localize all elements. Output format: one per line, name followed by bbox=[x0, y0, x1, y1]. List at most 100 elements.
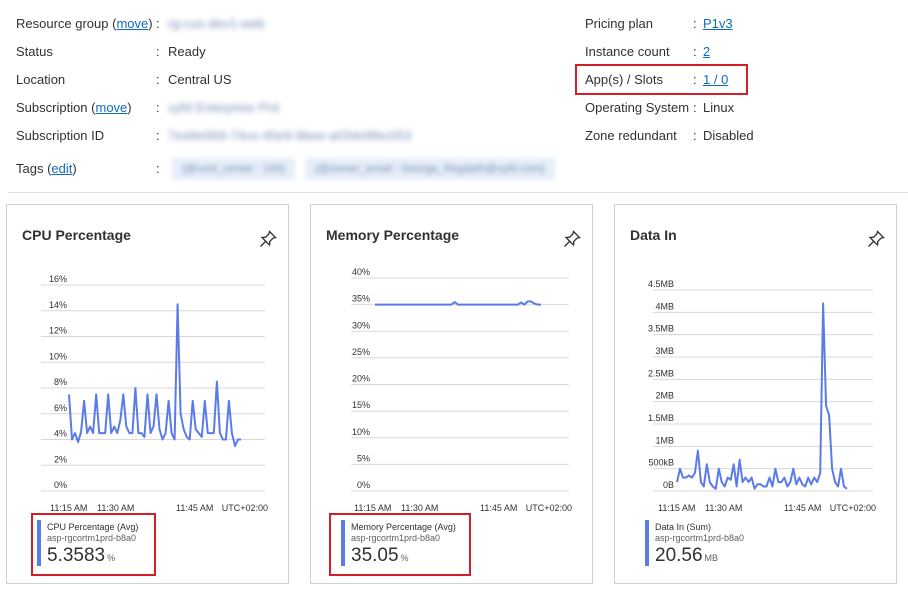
tags-colon: : bbox=[156, 161, 160, 176]
y-tick-label: 4.5MB bbox=[648, 279, 674, 289]
tags-row: Tags (edit) : {@cost_center : 195} {@owne… bbox=[16, 158, 555, 180]
pin-icon[interactable] bbox=[562, 229, 582, 249]
card-title: Memory Percentage bbox=[326, 227, 460, 243]
essentials-value: Linux bbox=[703, 100, 735, 115]
tags-label: Tags (edit) bbox=[16, 161, 77, 176]
x-tick-label: 11:45 AM bbox=[176, 503, 213, 513]
legend-unit: MB bbox=[704, 553, 719, 563]
essentials-value: Ready bbox=[168, 44, 206, 59]
y-tick-label: 14% bbox=[49, 300, 67, 310]
apps-slots-highlight bbox=[575, 64, 748, 95]
metric-card[interactable]: Data In 4.5MB 4MB 3.5MB 3MB 2.5MB 2MB 1.5MB 1MB 5… bbox=[614, 204, 897, 584]
essentials-label: Pricing plan bbox=[585, 16, 653, 31]
pin-icon[interactable] bbox=[258, 229, 278, 249]
move-link[interactable]: move bbox=[116, 16, 148, 31]
y-tick-label: 10% bbox=[49, 351, 67, 361]
essentials-label: Subscription (move) bbox=[16, 100, 132, 115]
essentials-colon: : bbox=[156, 100, 160, 115]
essentials-value: Disabled bbox=[703, 128, 754, 143]
essentials-colon: : bbox=[156, 44, 160, 59]
y-tick-label: 0% bbox=[54, 480, 67, 490]
y-tick-label: 0B bbox=[663, 480, 674, 490]
y-tick-label: 16% bbox=[49, 274, 67, 284]
essentials-value[interactable]: xyfd Enterprise Prd bbox=[168, 100, 279, 116]
essentials-label: Status bbox=[16, 44, 53, 59]
metric-card[interactable]: CPU Percentage 16% 14% 12% 10% 8% 6% 4% 2% 0% 11:1… bbox=[6, 204, 289, 584]
metric-chart[interactable]: 40% 35% 30% 25% 20% 15% 10% 5% 0% 11:15 AM 11:30 A… bbox=[311, 265, 594, 515]
y-tick-label: 2% bbox=[54, 454, 67, 464]
essentials-value[interactable]: P1v3 bbox=[703, 16, 733, 32]
essentials-colon: : bbox=[693, 16, 697, 31]
timezone-label: UTC+02:00 bbox=[526, 503, 572, 513]
tags-list: {@cost_center : 195} {@owner_email : Geor… bbox=[172, 158, 565, 180]
card-title: CPU Percentage bbox=[22, 227, 131, 243]
y-tick-label: 2.5MB bbox=[648, 368, 674, 378]
y-tick-label: 25% bbox=[352, 347, 370, 357]
y-tick-label: 30% bbox=[352, 320, 370, 330]
x-tick-label: 11:45 AM bbox=[480, 503, 517, 513]
y-tick-label: 10% bbox=[352, 427, 370, 437]
metric-chart[interactable]: 16% 14% 12% 10% 8% 6% 4% 2% 0% 11:15 AM 11:30 AM 11… bbox=[7, 265, 290, 515]
legend-highlight bbox=[31, 513, 156, 576]
essentials-label: Location bbox=[16, 72, 66, 87]
legend-metric-name[interactable]: Data In (Sum) bbox=[655, 522, 711, 533]
essentials-colon: : bbox=[156, 128, 160, 143]
y-tick-label: 40% bbox=[352, 267, 370, 277]
essentials-label: Subscription ID bbox=[16, 128, 105, 143]
metric-card[interactable]: Memory Percentage 40% 35% 30% 25% 20% 15% 10% 5%… bbox=[310, 204, 593, 584]
tags-edit-link[interactable]: edit bbox=[51, 161, 72, 176]
essentials-value[interactable]: 2 bbox=[703, 44, 710, 60]
y-tick-label: 5% bbox=[357, 453, 370, 463]
y-tick-label: 3.5MB bbox=[648, 324, 674, 334]
series-line bbox=[676, 302, 848, 490]
tag-pill[interactable]: {@owner_email : George_Regdeth@xyfd.com} bbox=[304, 158, 555, 180]
x-tick-label: 11:15 AM bbox=[658, 503, 695, 513]
y-tick-label: 3MB bbox=[655, 346, 674, 356]
essentials-label: Zone redundant bbox=[585, 128, 677, 143]
essentials-label: Resource group (move) bbox=[16, 16, 153, 31]
x-tick-label: 11:15 AM bbox=[354, 503, 391, 513]
y-tick-label: 1MB bbox=[655, 435, 674, 445]
y-tick-label: 4% bbox=[54, 429, 67, 439]
essentials-label: Operating System bbox=[585, 100, 690, 115]
metric-chart[interactable]: 4.5MB 4MB 3.5MB 3MB 2.5MB 2MB 1.5MB 1MB 500kB 0B 1… bbox=[615, 265, 898, 515]
essentials-value: 7ed4e069-74ce-45e9-9bee-a034e9fec053 bbox=[168, 128, 412, 143]
card-title: Data In bbox=[630, 227, 677, 243]
y-tick-label: 500kB bbox=[648, 458, 674, 468]
y-tick-label: 4MB bbox=[655, 301, 674, 311]
x-tick-label: 11:45 AM bbox=[784, 503, 821, 513]
legend-color-bar bbox=[645, 520, 649, 566]
y-tick-label: 2MB bbox=[655, 391, 674, 401]
timezone-label: UTC+02:00 bbox=[222, 503, 268, 513]
x-tick-label: 11:30 AM bbox=[705, 503, 742, 513]
legend-number: 20.56 bbox=[655, 545, 703, 566]
pin-icon[interactable] bbox=[866, 229, 886, 249]
essentials-colon: : bbox=[693, 100, 697, 115]
essentials-colon: : bbox=[156, 16, 160, 31]
y-tick-label: 12% bbox=[49, 326, 67, 336]
essentials-value[interactable]: rg-cus-dev1-web bbox=[168, 16, 265, 32]
legend-value: 20.56 MB bbox=[655, 545, 718, 569]
y-tick-label: 15% bbox=[352, 400, 370, 410]
essentials-colon: : bbox=[693, 44, 697, 59]
move-link[interactable]: move bbox=[95, 100, 127, 115]
essentials-label: Instance count bbox=[585, 44, 670, 59]
x-tick-label: 11:15 AM bbox=[50, 503, 87, 513]
x-tick-label: 11:30 AM bbox=[401, 503, 438, 513]
y-tick-label: 6% bbox=[54, 403, 67, 413]
y-tick-label: 35% bbox=[352, 294, 370, 304]
series-line bbox=[375, 300, 541, 306]
x-tick-label: 11:30 AM bbox=[97, 503, 134, 513]
series-line bbox=[68, 303, 241, 447]
essentials-value: Central US bbox=[168, 72, 232, 87]
timezone-label: UTC+02:00 bbox=[830, 503, 876, 513]
legend-highlight bbox=[329, 513, 471, 576]
legend-resource-name: asp-rgcortm1prd-b8a0 bbox=[655, 533, 745, 543]
essentials-colon: : bbox=[156, 72, 160, 87]
essentials-divider bbox=[8, 192, 908, 193]
y-tick-label: 20% bbox=[352, 374, 370, 384]
y-tick-label: 8% bbox=[54, 377, 67, 387]
y-tick-label: 0% bbox=[357, 480, 370, 490]
essentials-colon: : bbox=[693, 128, 697, 143]
tag-pill[interactable]: {@cost_center : 195} bbox=[172, 158, 295, 180]
